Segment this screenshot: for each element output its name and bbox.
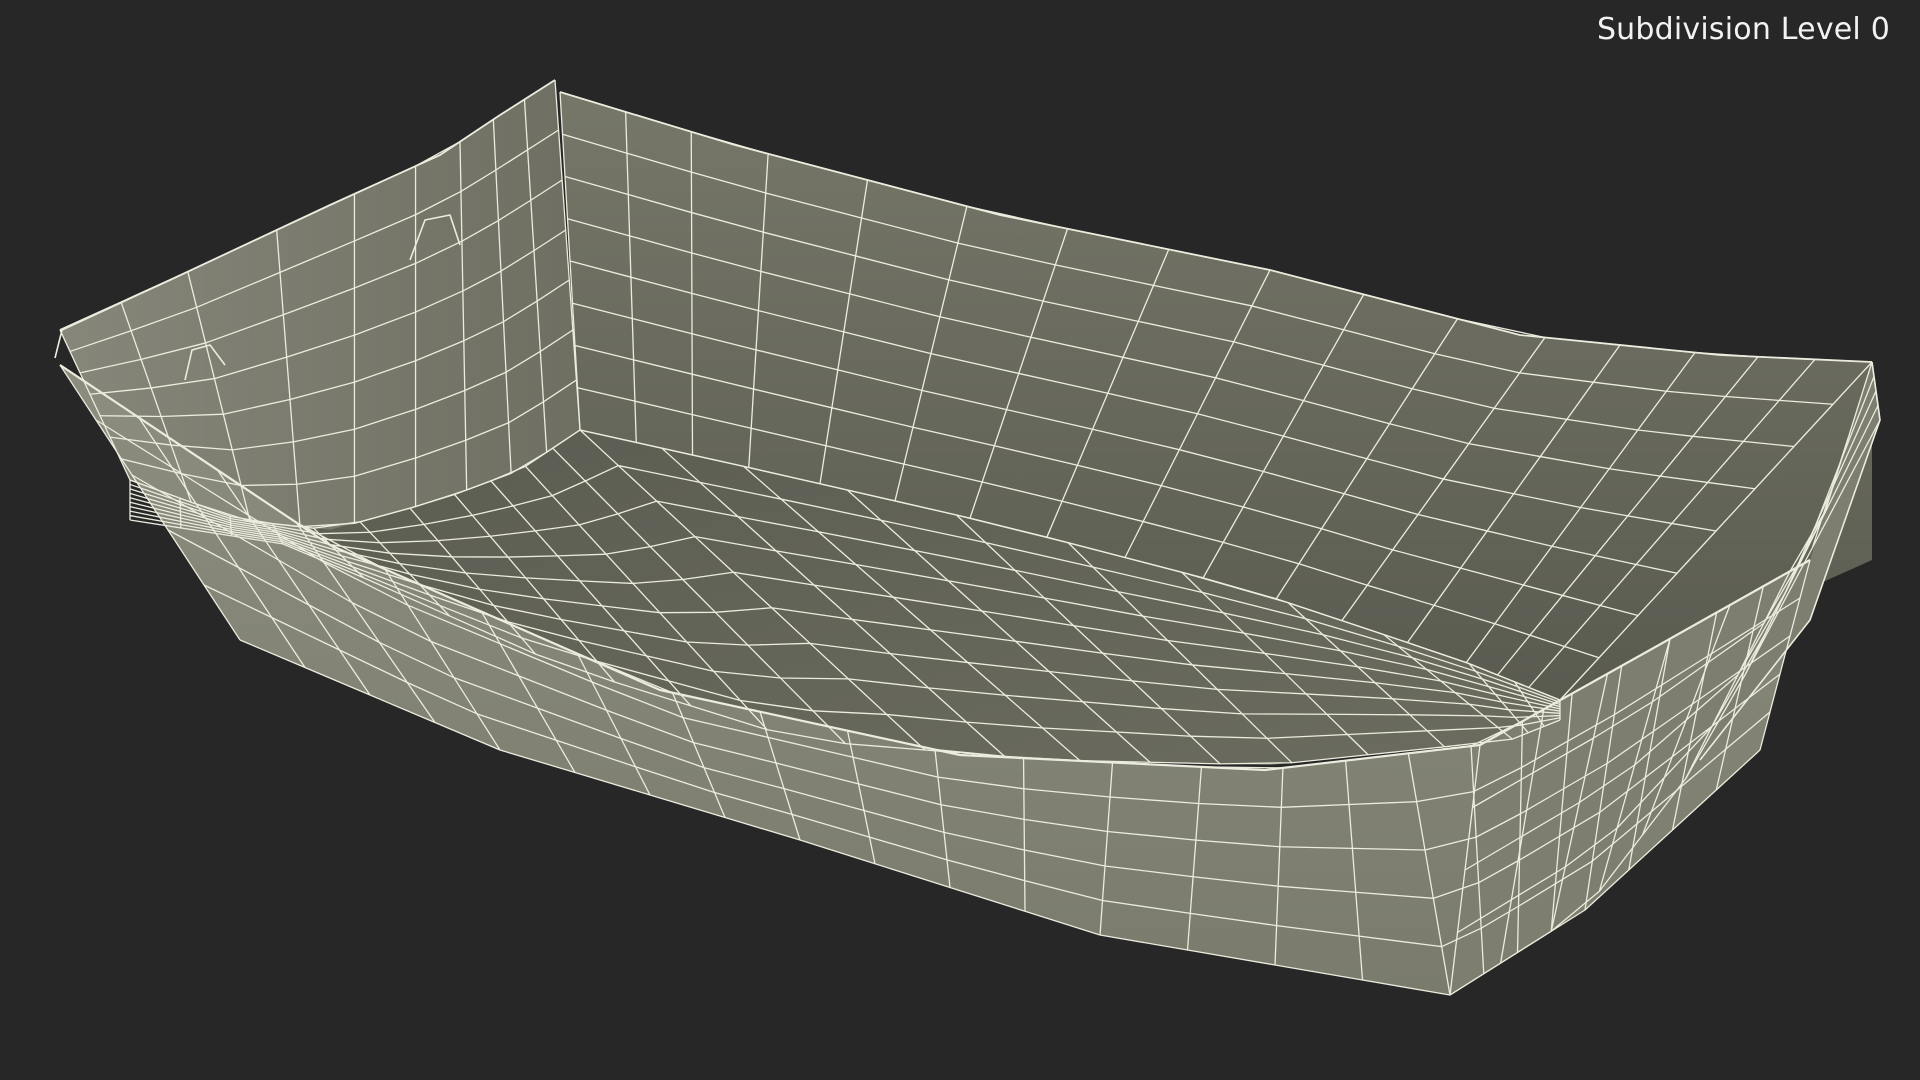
wireframe-tray-model xyxy=(54,79,1881,996)
subdivision-level-label: Subdivision Level 0 xyxy=(1596,12,1890,47)
tray-surfaces xyxy=(60,80,1880,995)
3d-viewport[interactable]: Subdivision Level 0 xyxy=(0,0,1920,1080)
